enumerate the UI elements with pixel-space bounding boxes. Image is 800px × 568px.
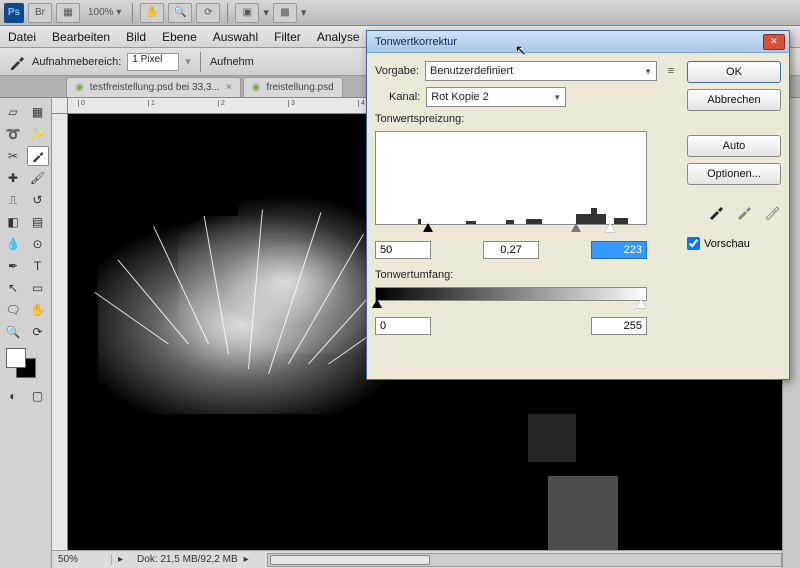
- white-point-slider[interactable]: [605, 223, 615, 232]
- hand-icon[interactable]: ✋: [140, 3, 164, 23]
- output-gradient[interactable]: [375, 287, 647, 301]
- menu-auswahl[interactable]: Auswahl: [213, 30, 258, 44]
- output-white-slider[interactable]: [636, 299, 646, 308]
- menu-filter[interactable]: Filter: [274, 30, 301, 44]
- ok-button[interactable]: OK: [687, 61, 781, 83]
- preview-checkbox[interactable]: [687, 237, 700, 250]
- lasso-tool[interactable]: ➰: [2, 124, 24, 144]
- dialog-title: Tonwertkorrektur: [371, 36, 763, 48]
- midpoint-slider[interactable]: [571, 223, 581, 232]
- foreground-swatch[interactable]: [6, 348, 26, 368]
- spread-label: Tonwertspreizung:: [375, 113, 464, 125]
- bridge-button[interactable]: Br: [28, 3, 52, 23]
- dodge-tool[interactable]: ⊙: [27, 234, 49, 254]
- output-black-slider[interactable]: [372, 299, 382, 308]
- zoom-display[interactable]: 100% ▾: [84, 7, 125, 18]
- top-toolbar: Ps Br ▦ 100% ▾ ✋ 🔍 ⟳ ▣ ▾ ▩ ▾: [0, 0, 800, 26]
- eyedropper-tool[interactable]: [27, 146, 49, 166]
- input-mid-field[interactable]: [483, 241, 539, 259]
- wand-tool[interactable]: ✨: [27, 124, 49, 144]
- menu-bild[interactable]: Bild: [126, 30, 146, 44]
- sample2-label: Aufnehm: [210, 56, 254, 68]
- heal-tool[interactable]: ✚: [2, 168, 24, 188]
- input-black-field[interactable]: [375, 241, 431, 259]
- zoom-tool[interactable]: 🔍: [2, 322, 24, 342]
- output-black-field[interactable]: [375, 317, 431, 335]
- options-button[interactable]: Optionen...: [687, 163, 781, 185]
- white-eyedropper-icon[interactable]: [763, 203, 781, 221]
- preset-label: Vorgabe:: [375, 65, 419, 77]
- preset-dropdown[interactable]: Benutzerdefiniert▼: [425, 61, 657, 81]
- black-point-slider[interactable]: [423, 223, 433, 232]
- channel-label: Kanal:: [389, 91, 420, 103]
- tool-panel: ▱ ▦ ➰ ✨ ✂ ✚ 🖌 ⎍ ↺ ◧ ▤ 💧 ⊙ ✒ T ↖ ▭ 🗨 ✋ 🔍 …: [0, 98, 52, 568]
- pen-tool[interactable]: ✒: [2, 256, 24, 276]
- gradient-tool[interactable]: ▤: [27, 212, 49, 232]
- screenmode-icon[interactable]: ▩: [273, 3, 297, 23]
- preview-label: Vorschau: [704, 238, 750, 250]
- shape-tool[interactable]: ▭: [27, 278, 49, 298]
- dialog-titlebar[interactable]: Tonwertkorrektur ✕: [367, 31, 789, 53]
- auto-button[interactable]: Auto: [687, 135, 781, 157]
- gray-eyedropper-icon[interactable]: [735, 203, 753, 221]
- levels-dialog: Tonwertkorrektur ✕ Vorgabe: Benutzerdefi…: [366, 30, 790, 380]
- document-tab[interactable]: ◉testfreistellung.psd bei 33,3...×: [66, 77, 241, 97]
- film-icon[interactable]: ▦: [56, 3, 80, 23]
- hand-tool[interactable]: ✋: [27, 300, 49, 320]
- ruler-corner: [52, 98, 68, 114]
- horizontal-scrollbar[interactable]: [267, 553, 782, 567]
- sample-size-dropdown[interactable]: 1 Pixel: [127, 53, 179, 71]
- app-logo: Ps: [4, 3, 24, 23]
- rotate-view-tool[interactable]: ⟳: [27, 322, 49, 342]
- brush-tool[interactable]: 🖌: [27, 168, 49, 188]
- rotate-icon[interactable]: ⟳: [196, 3, 220, 23]
- blur-tool[interactable]: 💧: [2, 234, 24, 254]
- marquee-tool[interactable]: ▦: [27, 102, 49, 122]
- color-swatches[interactable]: [2, 348, 49, 384]
- eraser-tool[interactable]: ◧: [2, 212, 24, 232]
- screenmode-toggle[interactable]: ▢: [27, 386, 49, 406]
- arrange-dropdown-arrow[interactable]: ▾: [263, 6, 269, 19]
- type-tool[interactable]: T: [27, 256, 49, 276]
- status-arrow-icon[interactable]: ▸: [112, 554, 129, 565]
- cancel-button[interactable]: Abbrechen: [687, 89, 781, 111]
- close-icon[interactable]: ×: [226, 82, 232, 93]
- channel-dropdown[interactable]: Rot Kopie 2▼: [426, 87, 566, 107]
- quickmask-toggle[interactable]: ◐: [2, 386, 24, 406]
- status-arrow-icon[interactable]: ▸: [238, 554, 255, 565]
- document-tab[interactable]: ◉freistellung.psd: [243, 77, 343, 97]
- close-button[interactable]: ✕: [763, 34, 785, 50]
- output-label: Tonwertumfang:: [375, 269, 453, 281]
- output-white-field[interactable]: [591, 317, 647, 335]
- stamp-tool[interactable]: ⎍: [2, 190, 24, 210]
- notes-tool[interactable]: 🗨: [2, 300, 24, 320]
- eyedropper-tool-icon: [8, 53, 26, 71]
- document-size: Dok: 21,5 MB/92,2 MB: [129, 554, 238, 565]
- ruler-vertical[interactable]: [52, 114, 68, 550]
- input-white-field[interactable]: [591, 241, 647, 259]
- preset-menu-icon[interactable]: ≡: [663, 65, 679, 77]
- move-tool[interactable]: ▱: [2, 102, 24, 122]
- path-tool[interactable]: ↖: [2, 278, 24, 298]
- output-slider[interactable]: [375, 301, 647, 311]
- screenmode-dropdown-arrow[interactable]: ▾: [301, 6, 307, 19]
- zoom-level[interactable]: 50%: [52, 554, 112, 565]
- arrange-icon[interactable]: ▣: [235, 3, 259, 23]
- menu-bearbeiten[interactable]: Bearbeiten: [52, 30, 110, 44]
- history-brush-tool[interactable]: ↺: [27, 190, 49, 210]
- zoom-icon[interactable]: 🔍: [168, 3, 192, 23]
- menu-datei[interactable]: Datei: [8, 30, 36, 44]
- status-bar: 50% ▸ Dok: 21,5 MB/92,2 MB ▸: [52, 550, 782, 568]
- menu-analyse[interactable]: Analyse: [317, 30, 360, 44]
- menu-ebene[interactable]: Ebene: [162, 30, 197, 44]
- input-slider[interactable]: [375, 225, 647, 235]
- sample-size-label: Aufnahmebereich:: [32, 56, 121, 68]
- histogram[interactable]: [375, 131, 647, 225]
- crop-tool[interactable]: ✂: [2, 146, 24, 166]
- black-eyedropper-icon[interactable]: [707, 203, 725, 221]
